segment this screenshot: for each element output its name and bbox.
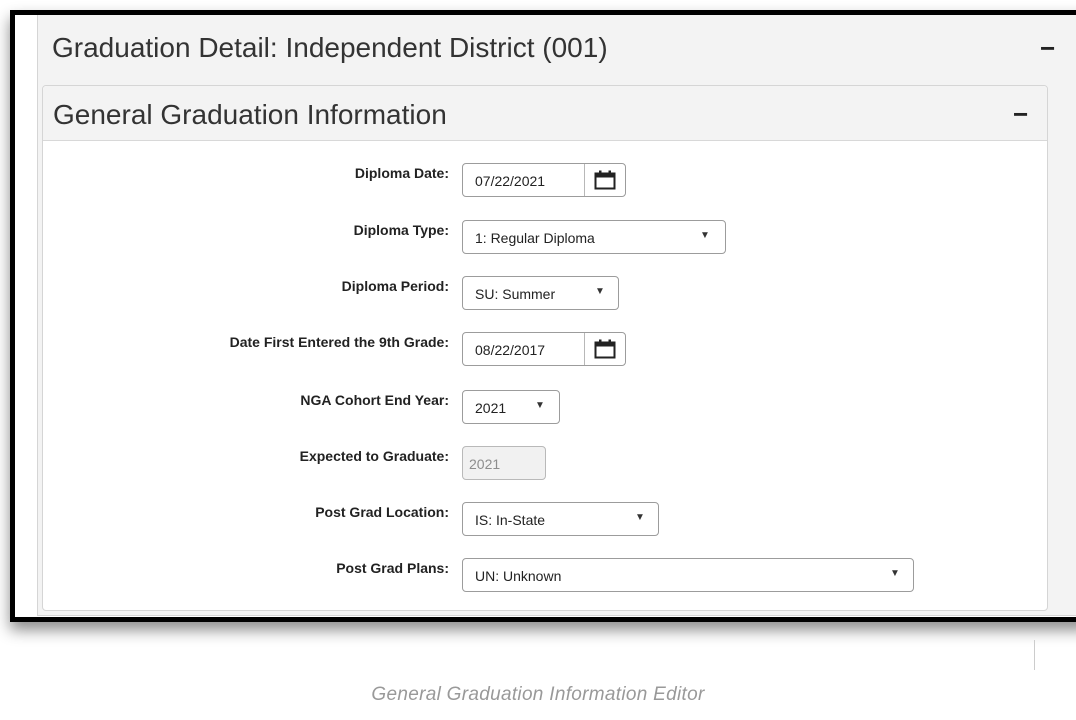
general-graduation-information-panel: General Graduation Information − Diploma… — [42, 85, 1048, 611]
first-entered-9th-grade-value: 08/22/2017 — [475, 342, 546, 358]
diploma-period-select[interactable]: SU: Summer ▼ — [462, 276, 619, 310]
nga-cohort-end-year-label: NGA Cohort End Year: — [300, 392, 449, 408]
expected-to-graduate-field: 2021 — [462, 446, 546, 480]
graduation-detail-panel: Graduation Detail: Independent District … — [37, 15, 1076, 616]
diploma-date-field[interactable]: 07/22/2021 — [462, 163, 626, 197]
post-grad-plans-value: UN: Unknown — [475, 568, 562, 584]
diploma-date-calendar-button[interactable] — [584, 164, 625, 196]
expected-to-graduate-value: 2021 — [469, 456, 501, 472]
post-grad-plans-label: Post Grad Plans: — [336, 560, 449, 576]
post-grad-location-row: Post Grad Location: IS: In-State ▼ — [43, 500, 1043, 536]
post-grad-plans-select[interactable]: UN: Unknown ▼ — [462, 558, 914, 592]
diploma-period-row: Diploma Period: SU: Summer ▼ — [43, 274, 1043, 310]
calendar-icon — [594, 339, 616, 359]
post-grad-plans-row: Post Grad Plans: UN: Unknown ▼ — [43, 556, 1043, 592]
diploma-type-value: 1: Regular Diploma — [475, 230, 595, 246]
first-entered-9th-grade-row: Date First Entered the 9th Grade: 08/22/… — [43, 330, 1043, 366]
first-entered-9th-grade-label: Date First Entered the 9th Grade: — [229, 334, 449, 350]
nga-cohort-end-year-select[interactable]: 2021 ▼ — [462, 390, 560, 424]
post-grad-location-value: IS: In-State — [475, 512, 546, 528]
chevron-down-icon: ▼ — [595, 286, 605, 297]
figure-caption: General Graduation Information Editor — [371, 684, 705, 705]
first-entered-9th-grade-field[interactable]: 08/22/2017 — [462, 332, 626, 366]
nga-cohort-end-year-value: 2021 — [475, 400, 507, 416]
calendar-icon — [594, 170, 616, 190]
diploma-date-label: Diploma Date: — [354, 165, 449, 181]
general-graduation-information-header[interactable]: General Graduation Information − — [43, 86, 1047, 141]
diploma-date-row: Diploma Date: 07/22/2021 — [43, 161, 1043, 197]
screenshot-frame: Graduation Detail: Independent District … — [10, 10, 1076, 622]
chevron-down-icon: ▼ — [535, 400, 545, 411]
nga-cohort-end-year-row: NGA Cohort End Year: 2021 ▼ — [43, 388, 1043, 424]
diploma-type-select[interactable]: 1: Regular Diploma ▼ — [462, 220, 726, 254]
first-entered-9th-grade-calendar-button[interactable] — [584, 333, 625, 365]
graduation-detail-header[interactable]: Graduation Detail: Independent District … — [38, 15, 1076, 85]
general-graduation-information-title: General Graduation Information — [53, 99, 447, 130]
chevron-down-icon: ▼ — [635, 512, 645, 523]
diploma-type-label: Diploma Type: — [353, 222, 449, 238]
collapse-general-graduation-information-button[interactable]: − — [1013, 101, 1028, 127]
diploma-period-value: SU: Summer — [475, 286, 556, 302]
post-grad-location-label: Post Grad Location: — [315, 504, 449, 520]
chevron-down-icon: ▼ — [700, 230, 710, 241]
graduation-detail-title: Graduation Detail: Independent District … — [52, 32, 608, 63]
expected-to-graduate-row: Expected to Graduate: 2021 — [43, 444, 1043, 480]
diploma-period-label: Diploma Period: — [341, 278, 449, 294]
chevron-down-icon: ▼ — [890, 568, 900, 579]
post-grad-location-select[interactable]: IS: In-State ▼ — [462, 502, 659, 536]
collapse-graduation-detail-button[interactable]: − — [1040, 35, 1055, 61]
divider — [1034, 640, 1035, 670]
diploma-type-row: Diploma Type: 1: Regular Diploma ▼ — [43, 218, 1043, 254]
diploma-date-value: 07/22/2021 — [475, 173, 546, 189]
expected-to-graduate-label: Expected to Graduate: — [299, 448, 449, 464]
